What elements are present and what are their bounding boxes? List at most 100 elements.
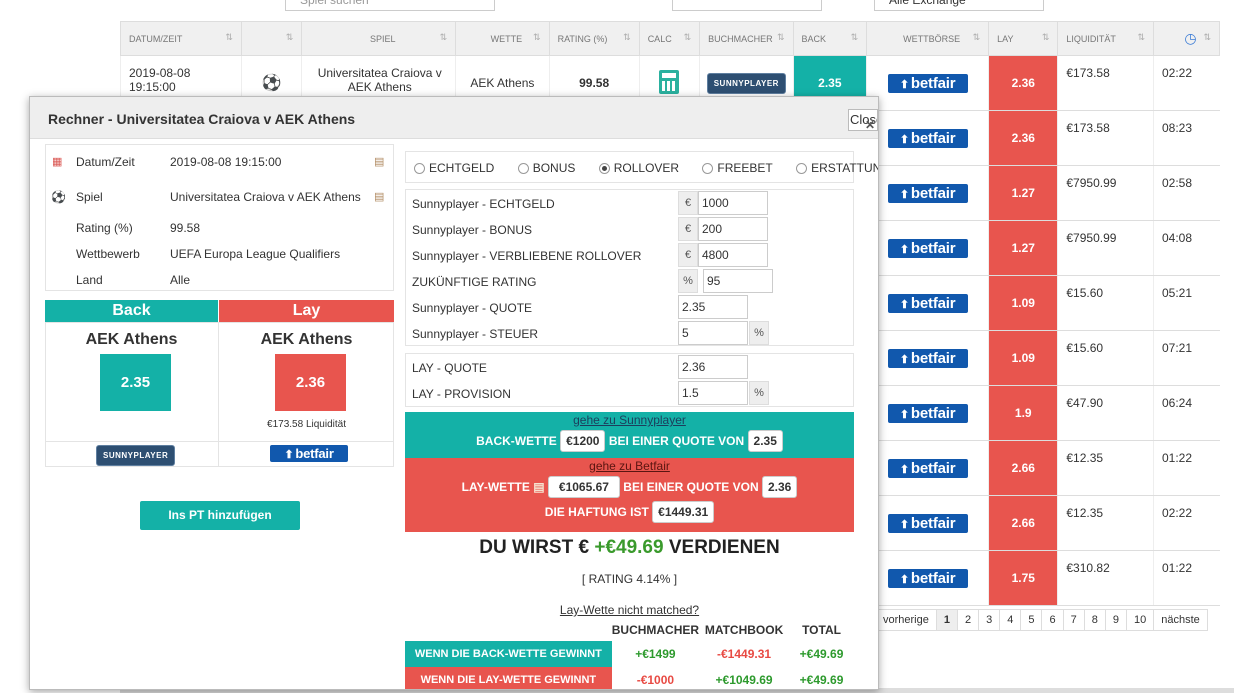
row-lay-odds[interactable]: 2.36 [988, 110, 1058, 166]
back-header: Back [45, 300, 218, 322]
search-input[interactable]: Spiel suchen [285, 0, 495, 11]
row-liquidity: €12.35 [1057, 495, 1154, 551]
pager-page[interactable]: 8 [1083, 609, 1106, 631]
exchange-select[interactable]: Alle Exchange [874, 0, 1044, 11]
lay-odds: 2.36 [275, 354, 346, 411]
future-rating-input[interactable]: 95 [703, 269, 773, 293]
col-calc[interactable]: CALC ⇅ [638, 21, 701, 56]
percent-addon: % [678, 269, 698, 293]
row-exchange[interactable]: ⬆ betfair [866, 220, 989, 276]
calculator-modal: Rechner - Universitatea Craiova v AEK At… [29, 96, 879, 690]
row-exchange[interactable]: ⬆ betfair [866, 440, 989, 496]
match-info-panel: ▦ Datum/Zeit 2019-08-08 19:15:00 ▤ ⚽ Spi… [45, 144, 394, 291]
pager-next[interactable]: nächste [1153, 609, 1208, 631]
add-to-pt-button[interactable]: Ins PT hinzufügen [140, 501, 300, 530]
row-liquidity: €15.60 [1057, 330, 1154, 386]
pager-page[interactable]: 3 [978, 609, 1001, 631]
row-exchange[interactable]: ⬆ betfair [866, 385, 989, 441]
row-time: 02:58 [1152, 165, 1220, 221]
info-label: Rating (%) [76, 221, 133, 235]
goto-sunnyplayer-link[interactable]: gehe zu Sunnyplayer [405, 413, 854, 427]
radio-rollover[interactable]: ROLLOVER [598, 161, 689, 175]
lay-stake: €1065.67 [547, 476, 620, 498]
row-lay-odds[interactable]: 1.09 [988, 330, 1058, 386]
radio-freebet[interactable]: FREEBET [702, 161, 782, 175]
col-lay[interactable]: LAY ⇅ [988, 21, 1059, 56]
outcome-header: TOTAL [802, 623, 841, 637]
row-exchange[interactable]: ⬆ betfair [866, 55, 989, 111]
info-label: Spiel [76, 190, 103, 204]
col-buchmacher[interactable]: BUCHMACHER ⇅ [699, 21, 794, 56]
lay-stake-label: LAY-WETTE [461, 480, 530, 494]
bet-type-radios: ECHTGELD BONUS ROLLOVER FREEBET ERSTATTU… [405, 151, 878, 183]
copy-icon[interactable]: ▤ [374, 155, 384, 168]
back-fields: Sunnyplayer - ECHTGELD € 1000 Sunnyplaye… [405, 189, 854, 346]
col-wette[interactable]: WETTE ⇅ [455, 21, 550, 56]
quote-input[interactable]: 2.35 [678, 295, 748, 319]
pager-prev[interactable]: vorherige [875, 609, 937, 631]
row-exchange[interactable]: ⬆ betfair [866, 495, 989, 551]
radio-echtgeld[interactable]: ECHTGELD [414, 161, 504, 175]
row-lay-odds[interactable]: 1.09 [988, 275, 1058, 331]
row-exchange[interactable]: ⬆ betfair [866, 165, 989, 221]
col-wettboerse[interactable]: WETTBÖRSE ⇅ [866, 21, 990, 56]
row-lay-odds[interactable]: 1.75 [988, 550, 1058, 606]
info-value: Alle [170, 273, 191, 287]
bookmaker-logo[interactable]: SUNNYPLAYER [96, 445, 176, 466]
close-button[interactable]: Close✕ [848, 109, 878, 131]
row-lay-odds[interactable]: 1.27 [988, 165, 1058, 221]
row-liquidity: €15.60 [1057, 275, 1154, 331]
pager-page[interactable]: 1 [935, 609, 958, 631]
col-back[interactable]: BACK ⇅ [792, 21, 868, 56]
percent-addon: % [749, 321, 769, 345]
col-rating[interactable]: RATING (%) ⇅ [548, 21, 640, 56]
radio-erstattung[interactable]: ERSTATTUNG [796, 161, 878, 175]
pager-page[interactable]: 6 [1041, 609, 1064, 631]
bonus-input[interactable]: 200 [698, 217, 768, 241]
row-lay-odds[interactable]: 1.9 [988, 385, 1058, 441]
lay-not-matched-link[interactable]: Lay-Wette nicht matched? [405, 603, 854, 617]
pager-page[interactable]: 9 [1104, 609, 1127, 631]
lay-quote-input[interactable]: 2.36 [678, 355, 748, 379]
pager-page[interactable]: 4 [999, 609, 1022, 631]
col-liquiditaet[interactable]: LIQUIDITÄT ⇅ [1057, 21, 1154, 56]
col-datum[interactable]: DATUM/ZEIT ⇅ [120, 21, 242, 56]
close-icon[interactable]: ✕ [865, 118, 875, 130]
goto-betfair-link[interactable]: gehe zu Betfair [405, 459, 854, 473]
row-lay-odds[interactable]: 2.36 [988, 55, 1058, 111]
rollover-input[interactable]: 4800 [698, 243, 768, 267]
profit-summary: DU WIRST € +€49.69 VERDIENEN [479, 537, 780, 558]
row-exchange[interactable]: ⬆ betfair [866, 550, 989, 606]
clipboard-icon[interactable]: ▤ [533, 480, 544, 494]
lay-liquidity: €173.58 Liquidität [267, 419, 346, 430]
echtgeld-input[interactable]: 1000 [698, 191, 768, 215]
pager-page[interactable]: 7 [1062, 609, 1085, 631]
lay-team: AEK Athens [260, 331, 353, 348]
tax-input[interactable]: 5 [678, 321, 748, 345]
col-spiel[interactable]: SPIEL ⇅ [301, 21, 457, 56]
row-lay-odds[interactable]: 1.27 [988, 220, 1058, 276]
exchange-logo[interactable]: ⬆ betfair [270, 445, 348, 462]
bookmaker-select[interactable] [672, 0, 822, 11]
row-exchange[interactable]: ⬆ betfair [866, 275, 989, 331]
outcome-header: BUCHMACHER [611, 623, 700, 637]
row-exchange[interactable]: ⬆ betfair [866, 330, 989, 386]
pager-page[interactable]: 2 [956, 609, 980, 631]
outcome-header: MATCHBOOK [704, 623, 784, 637]
row-exchange[interactable]: ⬆ betfair [866, 110, 989, 166]
col-time[interactable]: ◷ ⇅ [1152, 21, 1221, 56]
pager-page[interactable]: 5 [1020, 609, 1043, 631]
row-time: 01:22 [1152, 550, 1220, 606]
modal-title: Rechner - Universitatea Craiova v AEK At… [30, 97, 878, 139]
pager-page[interactable]: 10 [1125, 609, 1155, 631]
row-time: 01:22 [1152, 440, 1220, 496]
row-lay-odds[interactable]: 2.66 [988, 440, 1058, 496]
lay-provision-input[interactable]: 1.5 [678, 381, 748, 405]
outcome-value: -€1449.31 [717, 647, 772, 661]
row-lay-odds[interactable]: 2.66 [988, 495, 1058, 551]
row-time: 02:22 [1152, 55, 1220, 111]
copy-icon[interactable]: ▤ [374, 190, 384, 203]
radio-bonus[interactable]: BONUS [517, 161, 586, 175]
col-sport[interactable]: ⇅ [240, 21, 303, 56]
info-value: 2019-08-08 19:15:00 [170, 155, 282, 169]
